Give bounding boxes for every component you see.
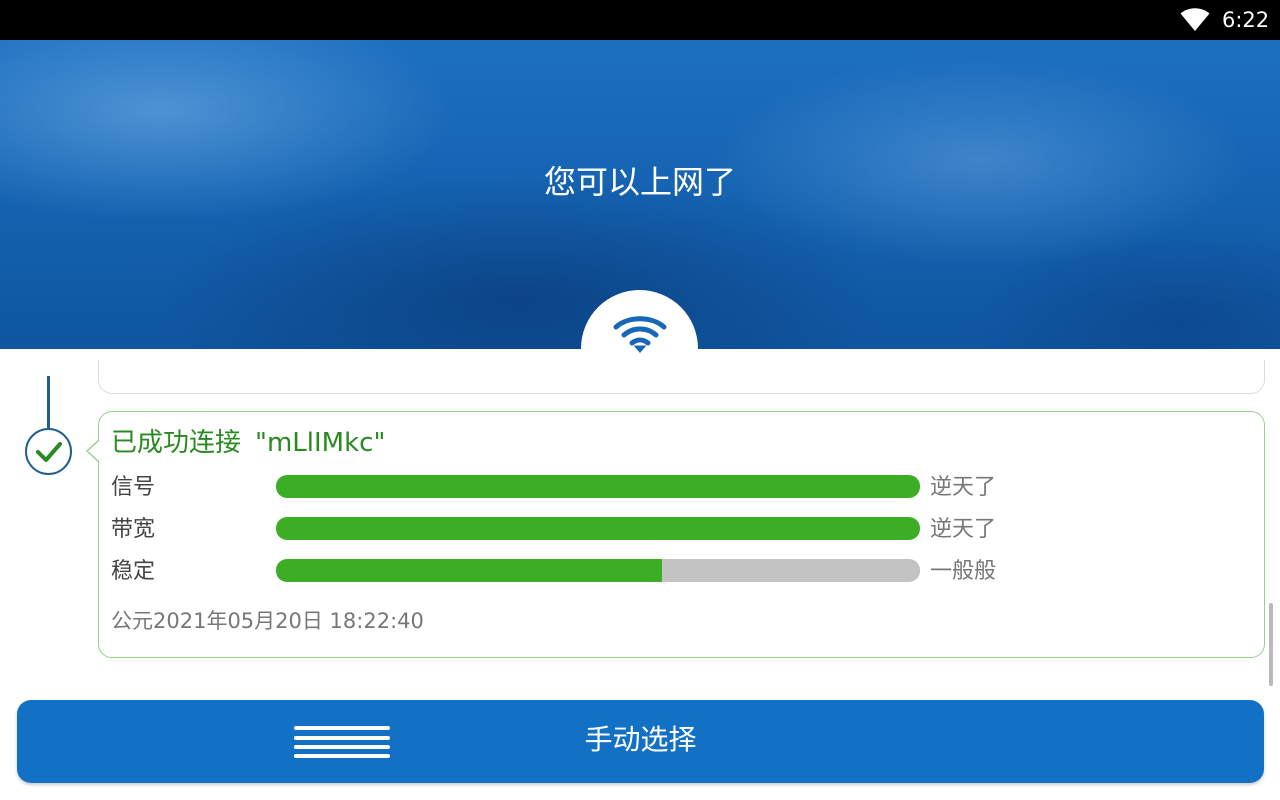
manual-select-button[interactable]: 手动选择 (17, 700, 1264, 783)
network-ssid: "mLlIMkc" (255, 428, 386, 458)
hero-banner: 您可以上网了 (0, 40, 1280, 407)
metric-signal-label: 信号 (111, 475, 156, 500)
metric-stability-fill (276, 559, 663, 582)
hero-title: 您可以上网了 (543, 163, 736, 201)
metric-stability-bar (276, 559, 920, 582)
screen: 6:22 您可以上网了 已成功连接 "mLlIMkc" 信号 逆天了 带宽 逆天了 (0, 0, 1280, 800)
connection-timestamp: 公元2021年05月20日 18:22:40 (111, 609, 424, 633)
metric-bandwidth-fill (276, 517, 920, 540)
scrollbar[interactable] (1269, 603, 1273, 686)
previous-card (98, 360, 1265, 394)
metric-stability-rating: 一般般 (930, 559, 997, 584)
status-time: 6:22 (1222, 8, 1270, 32)
connection-status-text: 已成功连接 (111, 428, 242, 458)
connection-title: 已成功连接 "mLlIMkc" (111, 425, 385, 461)
metric-signal-bar (276, 475, 920, 498)
metric-stability-label: 稳定 (111, 559, 156, 584)
wifi-signal-icon (1180, 8, 1210, 31)
metric-bandwidth-label: 带宽 (111, 517, 156, 542)
timeline-line (47, 376, 50, 428)
metric-bandwidth-bar (276, 517, 920, 540)
card-pointer-fill (88, 440, 100, 462)
metric-signal-rating: 逆天了 (930, 475, 997, 500)
manual-select-label: 手动选择 (584, 723, 697, 756)
metric-signal-fill (276, 475, 920, 498)
metric-bandwidth-rating: 逆天了 (930, 517, 997, 542)
check-icon (36, 442, 62, 462)
status-bar: 6:22 (0, 0, 1280, 40)
status-check (25, 428, 72, 475)
wifi-icon (613, 316, 667, 353)
